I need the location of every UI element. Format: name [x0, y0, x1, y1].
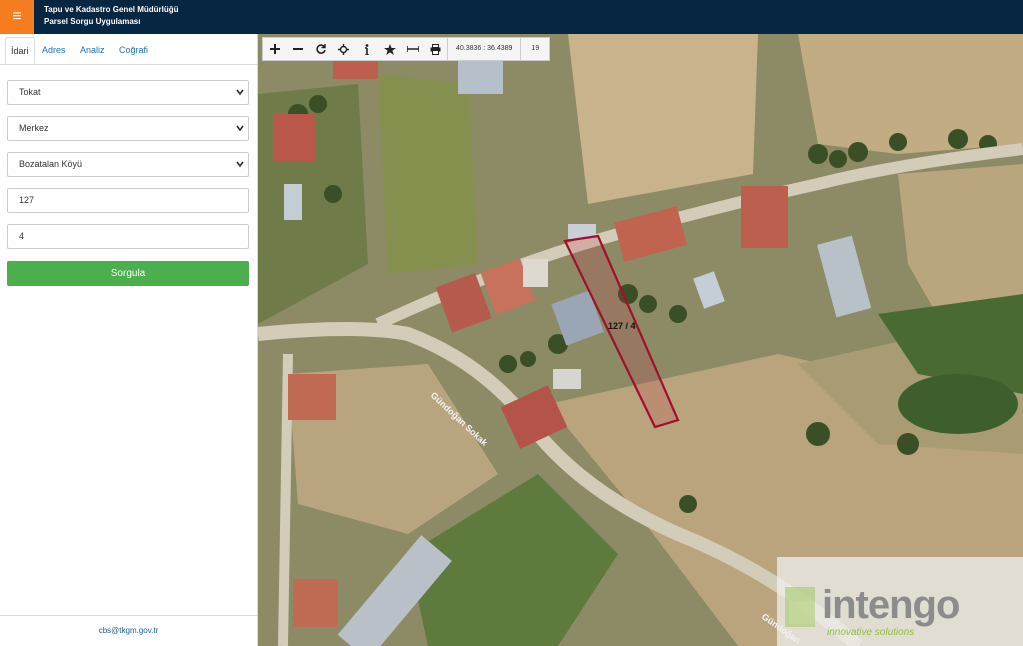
neighborhood-select[interactable]: Bozatalan Köyü	[7, 152, 249, 177]
print-icon[interactable]	[424, 38, 447, 60]
measure-icon[interactable]	[401, 38, 424, 60]
zoom-out-icon[interactable]	[286, 38, 309, 60]
app-title: Tapu ve Kadastro Genel Müdürlüğü Parsel …	[44, 4, 179, 28]
parcel-number-value: 4	[19, 231, 25, 241]
chevron-down-icon	[236, 81, 244, 95]
tab-adres[interactable]: Adres	[37, 37, 71, 64]
tab-idari[interactable]: İdari	[5, 37, 35, 64]
watermark: intengo innovative solutions	[777, 557, 1023, 646]
info-icon[interactable]	[355, 38, 378, 60]
locate-icon[interactable]	[332, 38, 355, 60]
district-value: Merkez	[19, 123, 49, 133]
watermark-subtext: innovative solutions	[827, 627, 915, 638]
zoom-level: 19	[520, 38, 549, 60]
province-select[interactable]: Tokat	[7, 80, 249, 105]
footer-email-link[interactable]: cbs@tkgm.gov.tr	[0, 615, 257, 646]
block-number-input[interactable]: 127	[7, 188, 249, 213]
app-title-line1: Tapu ve Kadastro Genel Müdürlüğü	[44, 5, 179, 14]
refresh-icon[interactable]	[309, 38, 332, 60]
chevron-down-icon	[236, 153, 244, 167]
district-select[interactable]: Merkez	[7, 116, 249, 141]
coordinate-readout: 40.3836 : 36.4389	[447, 38, 520, 60]
query-sidebar: İdari Adres Analiz Coğrafi Tokat Merkez …	[0, 34, 258, 646]
watermark-text: intengo	[822, 583, 960, 627]
satellite-imagery: 127 / 4 Gündoğan Sokak Gündoğan	[258, 34, 1023, 646]
watermark-logo	[785, 587, 815, 627]
hamburger-icon: ≡	[12, 8, 22, 25]
province-value: Tokat	[19, 87, 41, 97]
zoom-in-icon[interactable]	[263, 38, 286, 60]
map-view[interactable]: 127 / 4 Gündoğan Sokak Gündoğan intengo …	[258, 34, 1023, 646]
parcel-label: 127 / 4	[608, 321, 636, 331]
query-button[interactable]: Sorgula	[7, 261, 249, 286]
tab-bar: İdari Adres Analiz Coğrafi	[0, 34, 257, 65]
bookmark-star-icon[interactable]	[378, 38, 401, 60]
tab-cografi[interactable]: Coğrafi	[114, 37, 153, 64]
map-toolbar: 40.3836 : 36.4389 19	[262, 37, 551, 61]
menu-button[interactable]: ≡	[0, 0, 34, 34]
neighborhood-value: Bozatalan Köyü	[19, 159, 83, 169]
tab-analiz[interactable]: Analiz	[75, 37, 110, 64]
app-title-line2: Parsel Sorgu Uygulaması	[44, 17, 141, 26]
chevron-down-icon	[236, 117, 244, 131]
app-header: ≡ Tapu ve Kadastro Genel Müdürlüğü Parse…	[0, 0, 1023, 34]
block-number-value: 127	[19, 195, 35, 205]
parcel-number-input[interactable]: 4	[7, 224, 249, 249]
